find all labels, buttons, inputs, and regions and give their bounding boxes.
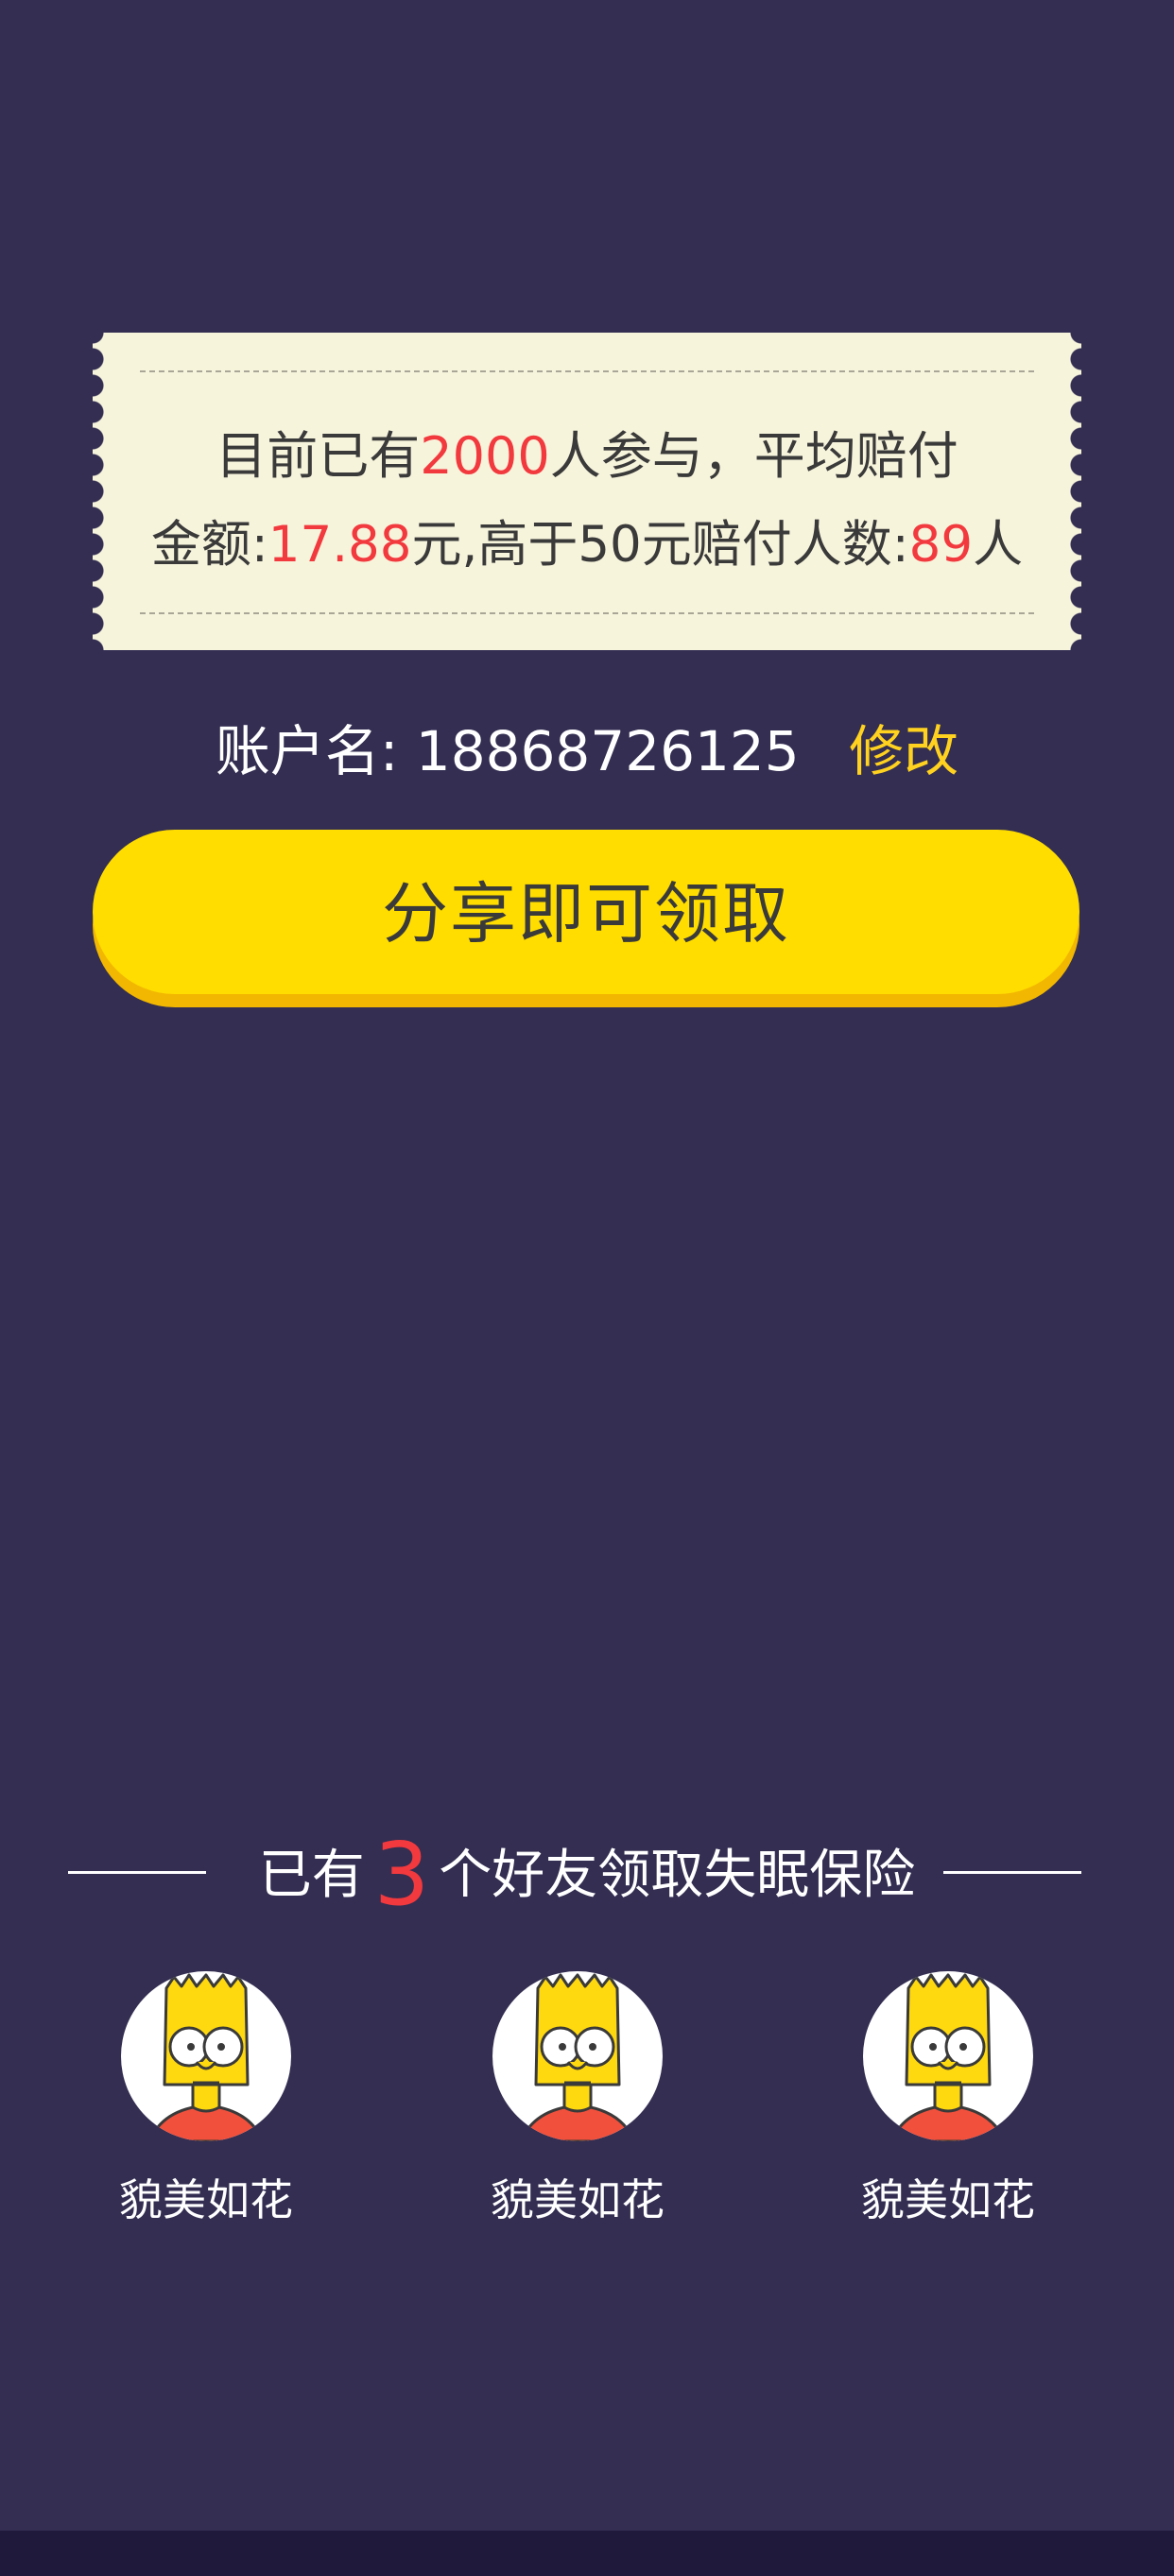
friend-item: 貌美如花 (806, 1971, 1090, 2228)
participants-count: 2000 (420, 426, 550, 486)
friends-claimed-title: 已有 3 个好友领取失眠保险 (258, 1824, 916, 1925)
friend-name: 貌美如花 (491, 2174, 665, 2225)
cartoon-face-icon (147, 1973, 265, 2141)
stats-line-2: 金额:17.88元,高于50元赔付人数:89人 (150, 516, 1024, 574)
bottom-bar (0, 2531, 1174, 2576)
share-button-label: 分享即可领取 (382, 874, 790, 953)
avatar (863, 1971, 1033, 2141)
account-label: 账户名: (215, 719, 399, 783)
friend-name: 貌美如花 (861, 2174, 1035, 2225)
friend-item: 貌美如花 (64, 1971, 348, 2228)
friend-name: 貌美如花 (119, 2174, 293, 2225)
cartoon-face-icon (519, 1973, 636, 2141)
divider-line-right (943, 1871, 1081, 1874)
dashed-divider (140, 612, 1034, 614)
stats-line-1: 目前已有2000人参与，平均赔付 (216, 426, 958, 486)
stats-notice-card: 目前已有2000人参与，平均赔付 金额:17.88元,高于50元赔付人数:89人 (93, 333, 1081, 650)
avatar (492, 1971, 663, 2141)
over-50-count: 89 (908, 516, 974, 574)
friends-count: 3 (373, 1824, 430, 1925)
avatar (121, 1971, 291, 2141)
friend-item: 貌美如花 (436, 1971, 719, 2228)
share-to-claim-button[interactable]: 分享即可领取 (93, 830, 1079, 994)
account-value: 18868726125 (415, 719, 800, 783)
account-row: 账户名: 18868726125 修改 (0, 707, 1174, 786)
dashed-divider (140, 370, 1034, 372)
cartoon-face-icon (889, 1973, 1007, 2141)
edit-account-link[interactable]: 修改 (849, 719, 958, 783)
average-amount: 17.88 (268, 516, 412, 574)
